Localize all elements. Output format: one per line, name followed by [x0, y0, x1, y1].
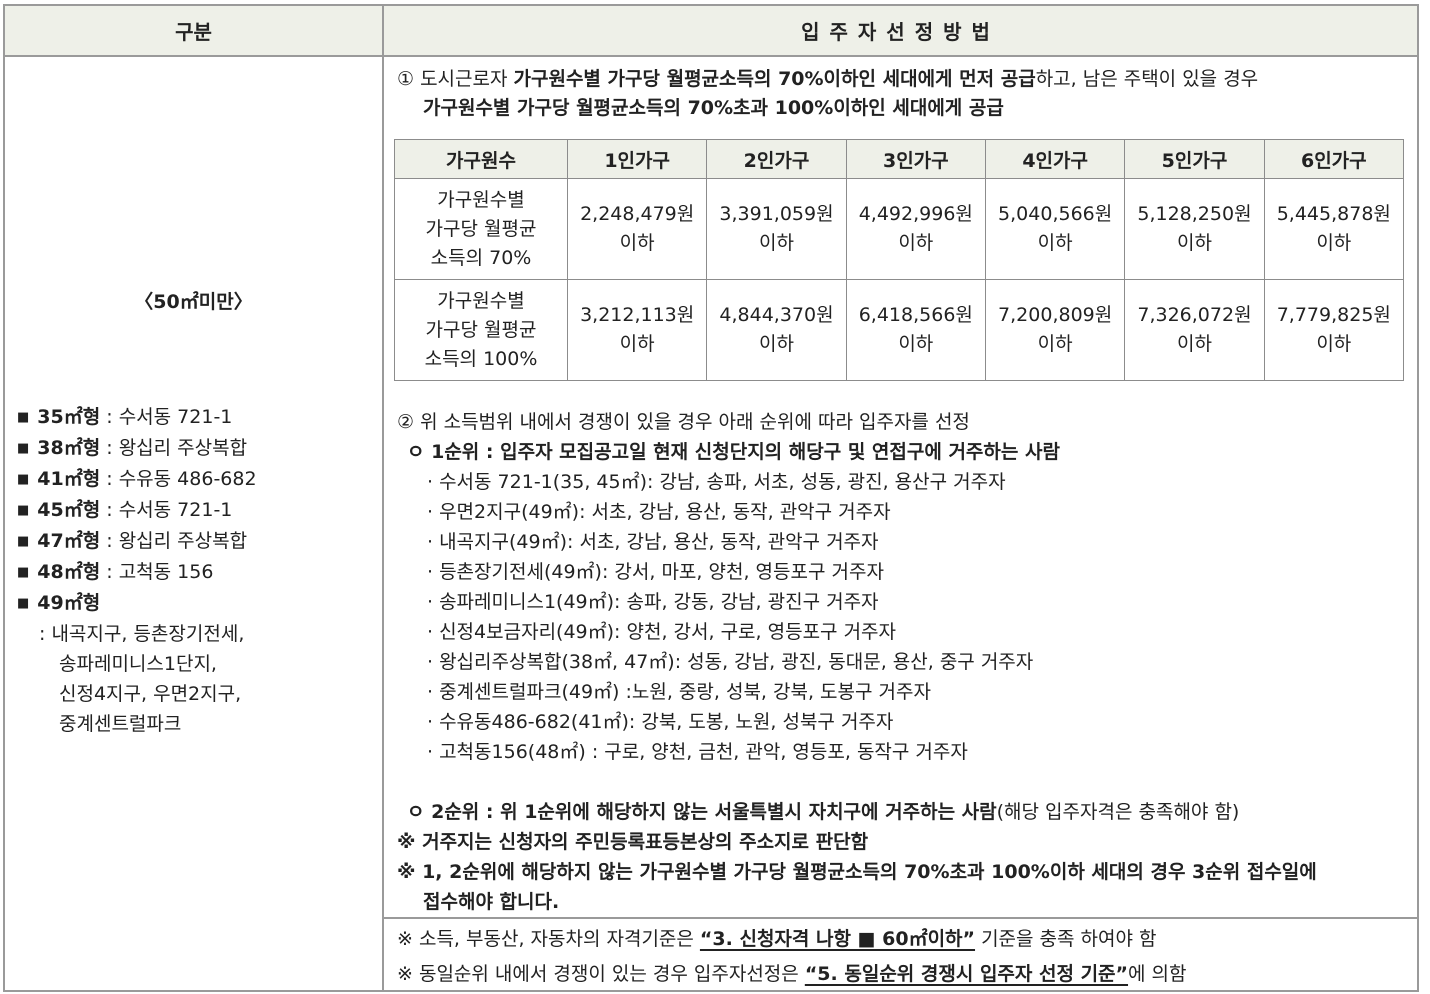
list-item-detail: 중계센트럴파크	[59, 713, 182, 735]
supply-priority-text: ① 도시근로자 가구원수별 가구당 월평균소득의 70%이하인 세대에게 먼저 …	[397, 68, 1259, 119]
method-column: ① 도시근로자 가구원수별 가구당 월평균소득의 70%이하인 세대에게 먼저 …	[384, 57, 1417, 990]
list-item: ■ 47㎡형 : 왕십리 주상복합	[17, 530, 248, 552]
square-bullet-icon: ■	[17, 472, 30, 487]
list-item: · 송파레미니스1(49㎡): 송파, 강동, 강남, 광진구 거주자	[427, 591, 879, 613]
selection-method-table: 구분 입주자선정방법 〈50㎡미만〉 ■ 35㎡형 : 수서동 721-1 ■ 38…	[3, 4, 1419, 992]
selection-priority-section: ② 위 소득범위 내에서 경쟁이 있을 경우 아래 순위에 따라 입주자를 선정…	[397, 407, 1407, 917]
header-category: 구분	[5, 6, 384, 55]
residence-note: ※ 거주지는 신청자의 주민등록표등본상의 주소지로 판단함	[397, 831, 869, 853]
footnote-tiebreak: ※ 동일순위 내에서 경쟁이 있는 경우 입주자선정은 “5. 동일순위 경쟁시…	[397, 963, 1187, 985]
rank-3-note: ※ 1, 2순위에 해당하지 않는 가구원수별 가구당 월평균소득의 70%초과…	[397, 861, 1317, 883]
list-item: · 등촌장기전세(49㎡): 강서, 마포, 양천, 영등포구 거주자	[427, 561, 884, 583]
list-item: ■ 49㎡형	[17, 592, 101, 614]
square-bullet-icon: ■	[17, 441, 30, 456]
square-bullet-icon: ■	[17, 410, 30, 425]
list-item: ■ 38㎡형 : 왕십리 주상복합	[17, 437, 248, 459]
unit-size-list: ■ 35㎡형 : 수서동 721-1 ■ 38㎡형 : 왕십리 주상복합 ■ 41㎡형…	[17, 402, 257, 739]
table-row: 가구원수별 가구당 월평균 소득의 100% 3,212,113원 이하 4,844,…	[394, 279, 1405, 381]
rank-2: ㅇ 2순위 : 위 1순위에 해당하지 않는 서울특별시 자치구에 거주하는 사…	[407, 801, 1240, 823]
size-range-title: 〈50㎡미만〉	[134, 291, 253, 313]
list-item: · 수유동486-682(41㎡): 강북, 도봉, 노원, 성북구 거주자	[427, 711, 894, 733]
section-title: ② 위 소득범위 내에서 경쟁이 있을 경우 아래 순위에 따라 입주자를 선정	[397, 411, 970, 433]
table-row: 가구원수별 가구당 월평균 소득의 70% 2,248,479원 이하 3,391,0…	[394, 178, 1405, 280]
table-row: 가구원수 1인가구 2인가구 3인가구 4인가구 5인가구 6인가구	[394, 139, 1405, 179]
rank-1: ㅇ 1순위 : 입주자 모집공고일 현재 신청단지의 해당구 및 연접구에 거주…	[407, 441, 1060, 463]
list-item-detail: : 내곡지구, 등촌장기전세,	[39, 623, 245, 645]
list-item: · 신정4보금자리(49㎡): 양천, 강서, 구로, 영등포구 거주자	[427, 621, 897, 643]
rank-3-note-cont: 접수해야 합니다.	[423, 891, 560, 913]
list-item: · 내곡지구(49㎡): 서초, 강남, 용산, 동작, 관악구 거주자	[427, 531, 879, 553]
header-selection-method: 입주자선정방법	[801, 20, 1000, 44]
footnotes: ※ 소득, 부동산, 자동차의 자격기준은 “3. 신청자격 나항 ■ 60㎡이…	[384, 917, 1417, 990]
square-bullet-icon: ■	[17, 503, 30, 518]
square-bullet-icon: ■	[17, 534, 30, 549]
square-bullet-icon: ■	[17, 565, 30, 580]
list-item-detail: 송파레미니스1단지,	[59, 653, 217, 675]
table-header-row: 구분 입주자선정방법	[5, 6, 1417, 57]
income-table: 가구원수 1인가구 2인가구 3인가구 4인가구 5인가구 6인가구 가구원수별…	[394, 139, 1405, 381]
list-item: · 왕십리주상복합(38㎡, 47㎡): 성동, 강남, 광진, 동대문, 용산…	[427, 651, 1034, 673]
list-item-detail: 신정4지구, 우면2지구,	[59, 683, 242, 705]
list-item: ■ 45㎡형 : 수서동 721-1	[17, 499, 233, 521]
category-column: 〈50㎡미만〉 ■ 35㎡형 : 수서동 721-1 ■ 38㎡형 : 왕십리 주상…	[5, 57, 384, 990]
square-bullet-icon: ■	[17, 596, 30, 611]
list-item: ■ 41㎡형 : 수유동 486-682	[17, 468, 257, 490]
list-item: · 고척동156(48㎡) : 구로, 양천, 금천, 관악, 영등포, 동작구…	[427, 741, 968, 763]
list-item: · 우면2지구(49㎡): 서초, 강남, 용산, 동작, 관악구 거주자	[427, 501, 891, 523]
list-item: · 중계센트럴파크(49㎡) :노원, 중랑, 성북, 강북, 도봉구 거주자	[427, 681, 931, 703]
footnote-eligibility: ※ 소득, 부동산, 자동차의 자격기준은 “3. 신청자격 나항 ■ 60㎡이…	[397, 928, 1157, 950]
list-item: ■ 48㎡형 : 고척동 156	[17, 561, 214, 583]
list-item: ■ 35㎡형 : 수서동 721-1	[17, 406, 233, 428]
list-item: · 수서동 721-1(35, 45㎡): 강남, 송파, 서초, 성동, 광진…	[427, 471, 1006, 493]
